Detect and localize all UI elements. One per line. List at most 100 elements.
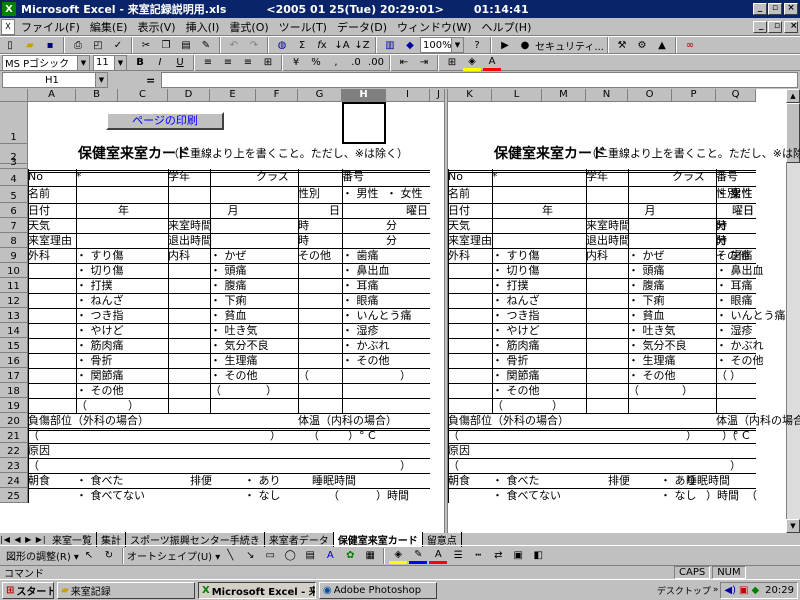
row-header[interactable]: 5 <box>0 186 28 203</box>
underline-button[interactable]: U <box>171 55 189 71</box>
row-header[interactable]: 15 <box>0 338 28 353</box>
spelling-icon[interactable]: ✓ <box>109 37 127 53</box>
rotate-icon[interactable]: ↻ <box>100 548 118 564</box>
paste-icon[interactable]: ▤ <box>177 37 195 53</box>
excel-icon[interactable]: X <box>2 2 16 16</box>
column-header[interactable]: O <box>628 89 672 102</box>
open-icon[interactable]: ▰ <box>21 37 39 53</box>
autosum-icon[interactable]: Σ <box>293 37 311 53</box>
column-header[interactable]: E <box>210 89 256 102</box>
column-header[interactable]: L <box>492 89 542 102</box>
sort-asc-icon[interactable]: ↓A <box>333 37 351 53</box>
tray-network-icon[interactable]: ▣ <box>739 585 748 596</box>
task-photoshop[interactable]: ◉ Adobe Photoshop <box>319 581 437 599</box>
line-style-icon[interactable]: ☰ <box>449 548 467 564</box>
outdent-icon[interactable]: ⇤ <box>395 55 413 71</box>
line-icon[interactable]: ╲ <box>221 548 239 564</box>
font-color-icon[interactable]: A <box>483 55 501 71</box>
row-header[interactable]: 14 <box>0 323 28 338</box>
fill-color-icon[interactable]: ◈ <box>463 55 481 71</box>
play-icon[interactable]: ▶ <box>496 37 514 53</box>
row-header[interactable]: 16 <box>0 353 28 368</box>
drawing-icon[interactable]: ◆ <box>401 37 419 53</box>
menu-help[interactable]: ヘルプ(H) <box>477 19 537 35</box>
format-painter-icon[interactable]: ✎ <box>197 37 215 53</box>
menu-data[interactable]: データ(D) <box>332 19 392 35</box>
copy-icon[interactable]: ❐ <box>157 37 175 53</box>
arrow-icon[interactable]: ↘ <box>241 548 259 564</box>
tray-volume-icon[interactable]: ◀) <box>724 585 736 596</box>
currency-icon[interactable]: ¥ <box>287 55 305 71</box>
scroll-up-icon[interactable]: ▲ <box>786 89 800 103</box>
bold-button[interactable]: B <box>131 55 149 71</box>
menu-view[interactable]: 表示(V) <box>132 19 180 35</box>
print-page-button[interactable]: ページの印刷 <box>106 112 224 130</box>
align-center-icon[interactable]: ≡ <box>219 55 237 71</box>
3d-icon[interactable]: ◧ <box>529 548 547 564</box>
column-header[interactable]: B <box>76 89 118 102</box>
print-icon[interactable]: ⎙ <box>69 37 87 53</box>
comma-icon[interactable]: , <box>327 55 345 71</box>
autoshape-menu[interactable]: オートシェイプ(U) ▾ <box>127 548 220 563</box>
row-header[interactable]: 24 <box>0 473 28 488</box>
row-header[interactable]: 10 <box>0 263 28 278</box>
row-header[interactable]: 9 <box>0 248 28 263</box>
select-all-corner[interactable] <box>0 89 28 102</box>
row-header[interactable]: 23 <box>0 458 28 473</box>
row-header[interactable]: 21 <box>0 428 28 443</box>
row-header[interactable]: 19 <box>0 398 28 413</box>
chevron-down-icon[interactable]: ▼ <box>95 73 107 87</box>
task-excel[interactable]: XMicrosoft Excel - 来... <box>198 581 316 599</box>
column-header[interactable]: C <box>118 89 168 102</box>
column-header[interactable]: N <box>586 89 628 102</box>
start-button[interactable]: ⊞ スタート <box>2 581 54 599</box>
wordart-icon[interactable]: A <box>321 548 339 564</box>
row-header[interactable]: 6 <box>0 203 28 218</box>
decrease-decimal-icon[interactable]: .00 <box>367 55 385 71</box>
zoom-select[interactable]: 100% ▼ <box>420 37 464 53</box>
shadow-icon[interactable]: ▣ <box>509 548 527 564</box>
menu-insert[interactable]: 挿入(I) <box>181 19 225 35</box>
row-header[interactable]: 17 <box>0 368 28 383</box>
column-header[interactable]: M <box>542 89 586 102</box>
row-header[interactable]: 7 <box>0 218 28 233</box>
column-header[interactable]: P <box>672 89 716 102</box>
save-icon[interactable]: ▪ <box>41 37 59 53</box>
fill-color-icon[interactable]: ◈ <box>389 548 408 564</box>
formula-input[interactable] <box>161 72 798 88</box>
tools-icon[interactable]: ⚒ <box>613 37 631 53</box>
undo-icon[interactable]: ↶ <box>225 37 243 53</box>
chevron-down-icon[interactable]: ▼ <box>114 55 126 70</box>
dash-style-icon[interactable]: ┅ <box>469 548 487 564</box>
menu-window[interactable]: ウィンドウ(W) <box>392 19 476 35</box>
sort-desc-icon[interactable]: ↓Z <box>353 37 371 53</box>
record-icon[interactable]: ● <box>516 37 534 53</box>
align-left-icon[interactable]: ≡ <box>199 55 217 71</box>
increase-decimal-icon[interactable]: .0 <box>347 55 365 71</box>
restore-icon[interactable]: ▫ <box>768 3 782 15</box>
desktop-toolbar[interactable]: デスクトップ <box>657 584 711 597</box>
oval-icon[interactable]: ◯ <box>281 548 299 564</box>
close-icon[interactable]: × <box>784 3 798 15</box>
link-icon[interactable]: ∞ <box>681 37 699 53</box>
help-icon[interactable]: ? <box>468 37 486 53</box>
row-header[interactable]: 11 <box>0 278 28 293</box>
chart-wizard-icon[interactable]: ▥ <box>381 37 399 53</box>
row-header[interactable]: 22 <box>0 443 28 458</box>
new-icon[interactable]: ▯ <box>1 37 19 53</box>
draw-menu[interactable]: 図形の調整(R) ▾ <box>6 548 79 563</box>
column-header[interactable]: D <box>168 89 210 102</box>
row-header[interactable]: 4 <box>0 169 28 186</box>
row-header[interactable]: 20 <box>0 413 28 428</box>
doc-close-icon[interactable]: × <box>784 20 798 33</box>
column-header[interactable]: I <box>386 89 430 102</box>
row-header[interactable]: 1 <box>0 102 28 144</box>
name-box[interactable]: H1 ▼ <box>2 72 108 88</box>
indent-icon[interactable]: ⇥ <box>415 55 433 71</box>
chevron-down-icon[interactable]: ▼ <box>77 55 89 70</box>
chevron-right-icon[interactable]: » <box>713 585 719 595</box>
menu-edit[interactable]: 編集(E) <box>85 19 133 35</box>
column-header[interactable]: A <box>28 89 76 102</box>
row-header[interactable]: 18 <box>0 383 28 398</box>
align-right-icon[interactable]: ≡ <box>239 55 257 71</box>
